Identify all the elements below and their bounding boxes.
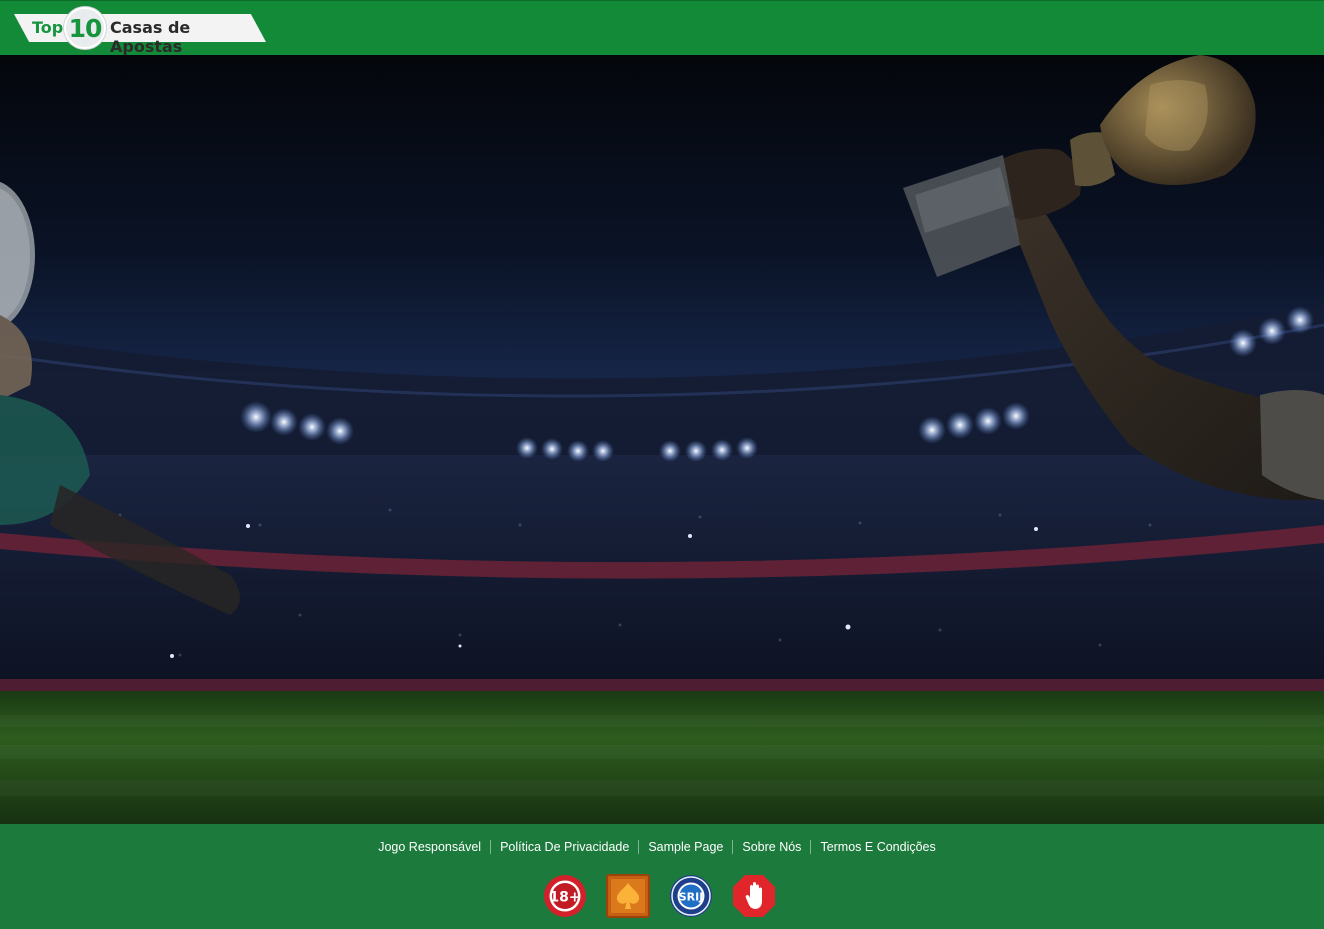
srij-text: SRIJ	[678, 891, 703, 904]
logo-title-text: Casas de Apostas	[110, 18, 191, 56]
age-18-text: 18+	[549, 890, 580, 906]
spade-badge[interactable]	[605, 874, 650, 918]
top-bar: Top 10 Casas de Apostas	[0, 0, 1324, 56]
footer-link-politica-privacidade[interactable]: Política De Privacidade	[491, 839, 638, 855]
footer-link-sample-page[interactable]: Sample Page	[639, 839, 732, 855]
age-18-badge[interactable]: 18+	[543, 874, 587, 918]
stop-hand-badge[interactable]	[732, 874, 776, 918]
footer: Jogo Responsável Política De Privacidade…	[0, 824, 1324, 929]
logo-number: 10	[68, 13, 103, 43]
hero-stadium-background	[0, 55, 1324, 824]
responsible-gambling-badges: 18+ SRIJ	[0, 874, 1321, 918]
footer-nav: Jogo Responsável Política De Privacidade…	[0, 839, 1324, 855]
stadium-illustration	[0, 55, 1324, 824]
footer-link-termos-condicoes[interactable]: Termos E Condições	[811, 839, 944, 855]
logo-number-circle: 10	[64, 7, 106, 49]
site-logo[interactable]: Top 10 Casas de Apostas	[14, 7, 266, 56]
srij-badge[interactable]: SRIJ	[669, 874, 713, 918]
footer-link-sobre-nos[interactable]: Sobre Nós	[733, 839, 810, 855]
logo-top-text: Top	[32, 18, 64, 37]
footer-link-jogo-responsavel[interactable]: Jogo Responsável	[369, 839, 490, 855]
